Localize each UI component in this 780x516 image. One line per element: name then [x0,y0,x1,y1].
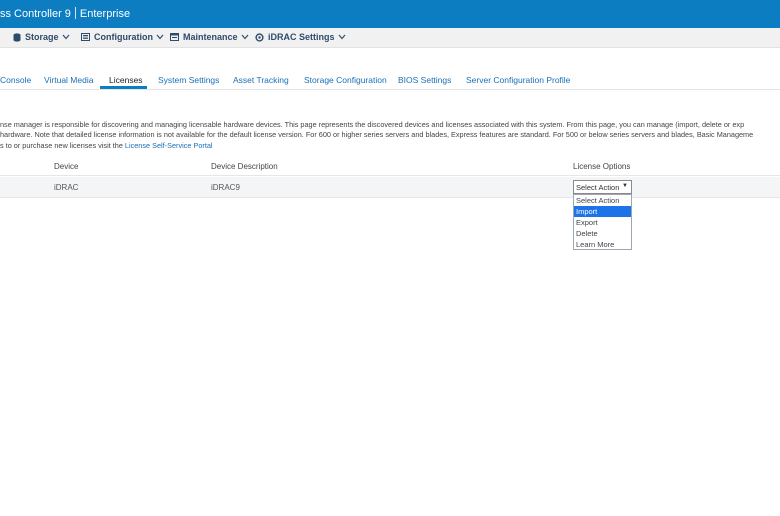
tab-server-configuration-profile[interactable]: Server Configuration Profile [466,75,570,85]
column-header-license-options: License Options [573,162,631,171]
description-text: s to or purchase new licenses visit the [0,140,125,150]
tab-storage-configuration[interactable]: Storage Configuration [304,75,387,85]
license-portal-link[interactable]: License Self-Service Portal [125,141,213,150]
active-tab-indicator [100,86,147,89]
chevron-down-icon [241,34,248,40]
license-action-select[interactable]: Select Action ▼ [573,180,632,194]
title-separator [74,7,76,19]
tab-system-settings[interactable]: System Settings [158,75,219,85]
top-header-bar: ss Controller 9 Enterprise [0,0,780,28]
description-line: hardware. Note that detailed license inf… [0,130,754,140]
tab-licenses[interactable]: Licenses [109,75,143,85]
dropdown-arrow-icon: ▼ [622,183,628,189]
column-header-device: Device [54,162,79,171]
configuration-icon [81,33,90,41]
nav-maintenance[interactable]: Maintenance [170,32,249,42]
option-select-action[interactable]: Select Action [574,195,631,206]
nav-idrac-settings[interactable]: iDRAC Settings [255,32,346,42]
product-title: ss Controller 9 Enterprise [0,7,130,20]
description-line: nse manager is responsible for discoveri… [0,120,745,129]
product-name: ss Controller 9 [0,8,71,20]
licenses-table-header: Device Device Description License Option… [0,160,780,176]
nav-maintenance-label: Maintenance [183,32,238,42]
nav-idrac-settings-label: iDRAC Settings [268,32,335,42]
tab-console[interactable]: Console [0,75,31,85]
nav-configuration-label: Configuration [94,32,153,42]
tab-bios-settings[interactable]: BIOS Settings [398,75,451,85]
table-row: iDRAC iDRAC9 [0,177,780,198]
chevron-down-icon [62,34,69,40]
tab-asset-tracking[interactable]: Asset Tracking [233,75,289,85]
product-edition: Enterprise [79,8,131,20]
nav-storage[interactable]: Storage [13,32,70,42]
device-cell: iDRAC [54,183,79,192]
nav-storage-label: Storage [25,32,59,42]
option-export[interactable]: Export [574,217,631,228]
device-description-cell: iDRAC9 [211,183,240,192]
chevron-down-icon [338,34,345,40]
tab-virtual-media[interactable]: Virtual Media [44,75,93,85]
page-description: nse manager is responsible for discoveri… [0,120,780,151]
select-value: Select Action [576,183,620,192]
maintenance-icon [170,33,179,41]
nav-configuration[interactable]: Configuration [81,32,164,42]
chevron-down-icon [156,34,164,40]
main-nav: Storage Configuration Maintenance iDRAC … [0,28,780,48]
option-learn-more[interactable]: Learn More [574,239,631,250]
settings-icon [255,32,264,42]
column-header-description: Device Description [211,162,278,171]
description-line: s to or purchase new licenses visit the … [0,141,780,151]
option-import[interactable]: Import [574,206,631,217]
license-action-dropdown: Select Action Import Export Delete Learn… [573,194,632,250]
storage-icon [13,32,21,42]
option-delete[interactable]: Delete [574,228,631,239]
